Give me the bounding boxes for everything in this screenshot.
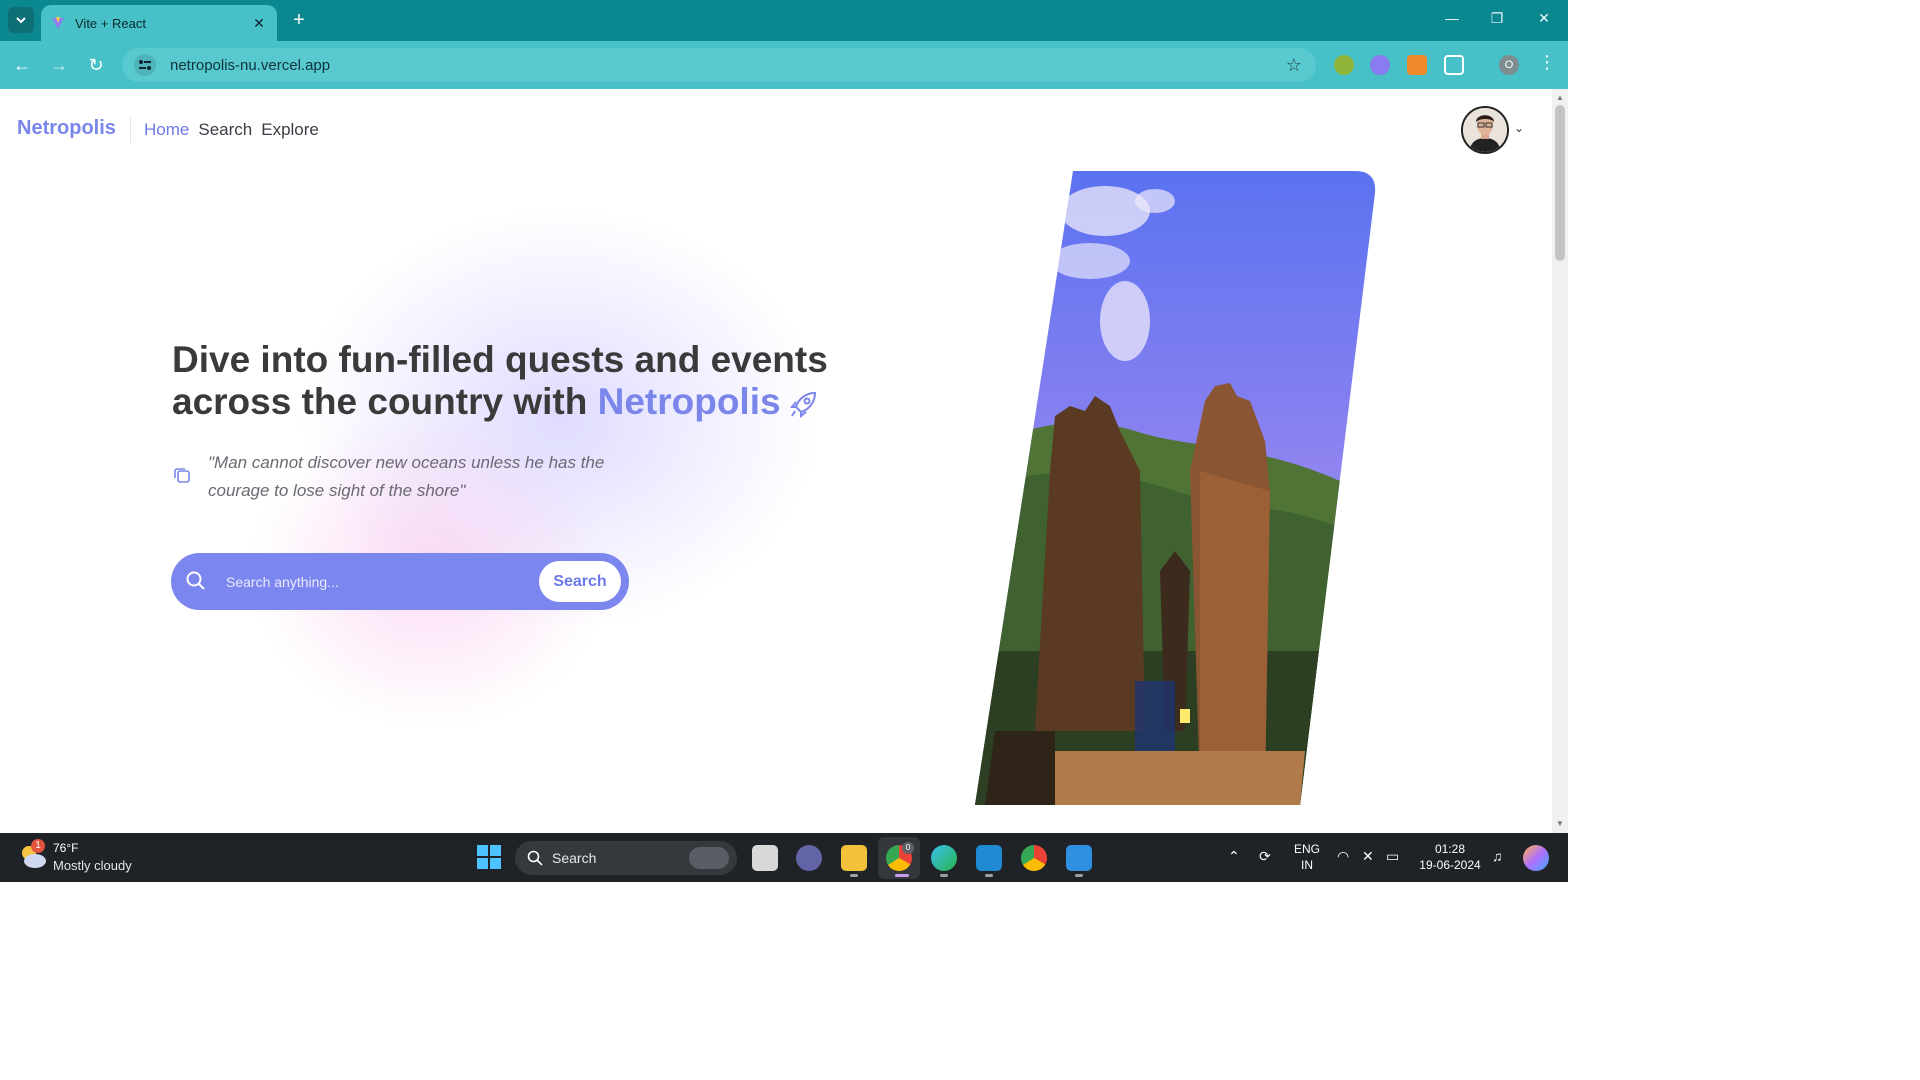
- photos-icon[interactable]: [1066, 845, 1092, 871]
- hero-headline: Dive into fun-filled quests and events a…: [172, 339, 952, 423]
- chevron-down-icon: [16, 17, 26, 24]
- metamask-fox-icon[interactable]: [1407, 55, 1427, 75]
- bookmark-star-icon[interactable]: ☆: [1286, 55, 1302, 76]
- battery-icon[interactable]: ▭: [1386, 848, 1399, 865]
- restore-button[interactable]: ❐: [1485, 10, 1509, 30]
- tab-title: Vite + React: [75, 15, 146, 31]
- hero-headline-accent: Netropolis: [597, 381, 781, 422]
- forward-button[interactable]: →: [48, 54, 70, 76]
- extension-2-icon[interactable]: [1370, 55, 1390, 75]
- search-input[interactable]: [226, 567, 526, 597]
- tab-close-icon[interactable]: ✕: [251, 15, 267, 32]
- new-tab-button[interactable]: +: [288, 9, 310, 31]
- search-icon: [186, 571, 205, 590]
- edge-indicator: [940, 874, 948, 877]
- copy-icon[interactable]: [173, 466, 191, 484]
- scroll-thumb[interactable]: [1555, 105, 1565, 261]
- vite-favicon-icon: [52, 17, 64, 29]
- file-explorer-indicator: [850, 874, 858, 877]
- browser-tabbar: Vite + React ✕ + — ❐ ✕: [0, 0, 1568, 41]
- profile-button[interactable]: O: [1499, 55, 1519, 75]
- notification-bell-icon[interactable]: ♫: [1492, 848, 1503, 864]
- nav-explore[interactable]: Explore: [261, 120, 319, 140]
- windows-taskbar: 1 76°F Mostly cloudy Search 0 ⌃ ⟳ ENG IN…: [0, 833, 1568, 882]
- web-page: Netropolis Home Search Explore ⌄ Dive in…: [0, 89, 1552, 833]
- scroll-down-arrow[interactable]: ▼: [1556, 819, 1564, 828]
- browser-menu-icon[interactable]: ⋮: [1538, 52, 1556, 73]
- chrome-icon[interactable]: [1021, 845, 1047, 871]
- search-icon: [527, 850, 543, 866]
- clock-time[interactable]: 01:28: [1418, 842, 1482, 856]
- scroll-up-arrow[interactable]: ▲: [1556, 93, 1564, 102]
- search-highlight-icon: [689, 847, 729, 869]
- weather-notification-badge: 1: [31, 839, 45, 853]
- minimize-button[interactable]: —: [1440, 10, 1464, 30]
- tray-chevron-up-icon[interactable]: ⌃: [1228, 848, 1240, 865]
- file-explorer-icon[interactable]: [841, 845, 867, 871]
- hero-temple-image: [975, 171, 1376, 805]
- site-logo[interactable]: Netropolis: [17, 117, 116, 140]
- nav-divider: [130, 117, 131, 143]
- rocket-icon: [789, 392, 816, 419]
- search-button[interactable]: Search: [539, 561, 621, 602]
- teams-icon[interactable]: [796, 845, 822, 871]
- close-window-button[interactable]: ✕: [1532, 10, 1556, 30]
- extension-1-icon[interactable]: [1334, 55, 1354, 75]
- hero-quote: "Man cannot discover new oceans unless h…: [208, 453, 605, 500]
- user-avatar[interactable]: [1461, 106, 1509, 154]
- main-nav: Home Search Explore: [144, 120, 319, 140]
- reload-button[interactable]: ↻: [85, 54, 107, 76]
- volume-muted-icon[interactable]: ✕: [1362, 848, 1374, 865]
- vscode-indicator: [985, 874, 993, 877]
- photos-indicator: [1075, 874, 1083, 877]
- url-text: netropolis-nu.vercel.app: [170, 56, 331, 74]
- site-info-icon[interactable]: [134, 54, 156, 76]
- tab-search-button[interactable]: [8, 7, 34, 33]
- task-view-icon[interactable]: [752, 845, 778, 871]
- weather-description[interactable]: Mostly cloudy: [53, 858, 132, 873]
- page-scrollbar[interactable]: ▲ ▼: [1552, 89, 1568, 833]
- chrome-active-indicator: [895, 874, 909, 877]
- copilot-icon[interactable]: [1523, 845, 1549, 871]
- windows-start-icon[interactable]: [477, 845, 501, 869]
- back-button[interactable]: ←: [11, 54, 33, 76]
- browser-tab[interactable]: Vite + React ✕: [41, 5, 277, 41]
- hero-search-bar: Search: [171, 553, 629, 610]
- taskbar-search-box[interactable]: Search: [515, 841, 737, 875]
- edge-icon[interactable]: [931, 845, 957, 871]
- sync-icon[interactable]: ⟳: [1259, 848, 1271, 865]
- taskbar-search-label: Search: [552, 850, 597, 866]
- browser-toolbar: ← → ↻ netropolis-nu.vercel.app ☆: [0, 41, 1568, 89]
- weather-temperature[interactable]: 76°F: [53, 841, 78, 855]
- address-bar[interactable]: netropolis-nu.vercel.app ☆: [122, 48, 1316, 82]
- wifi-icon[interactable]: ◠: [1337, 848, 1349, 865]
- chrome-profile-badge: 0: [902, 842, 914, 854]
- clock-date[interactable]: 19-06-2024: [1418, 858, 1482, 872]
- nav-home[interactable]: Home: [144, 120, 189, 140]
- language-line2[interactable]: IN: [1292, 858, 1322, 872]
- chevron-down-icon[interactable]: ⌄: [1514, 121, 1524, 135]
- language-line1[interactable]: ENG: [1292, 842, 1322, 856]
- vscode-icon[interactable]: [976, 845, 1002, 871]
- nav-search[interactable]: Search: [198, 120, 252, 140]
- extensions-puzzle-icon[interactable]: [1444, 55, 1464, 75]
